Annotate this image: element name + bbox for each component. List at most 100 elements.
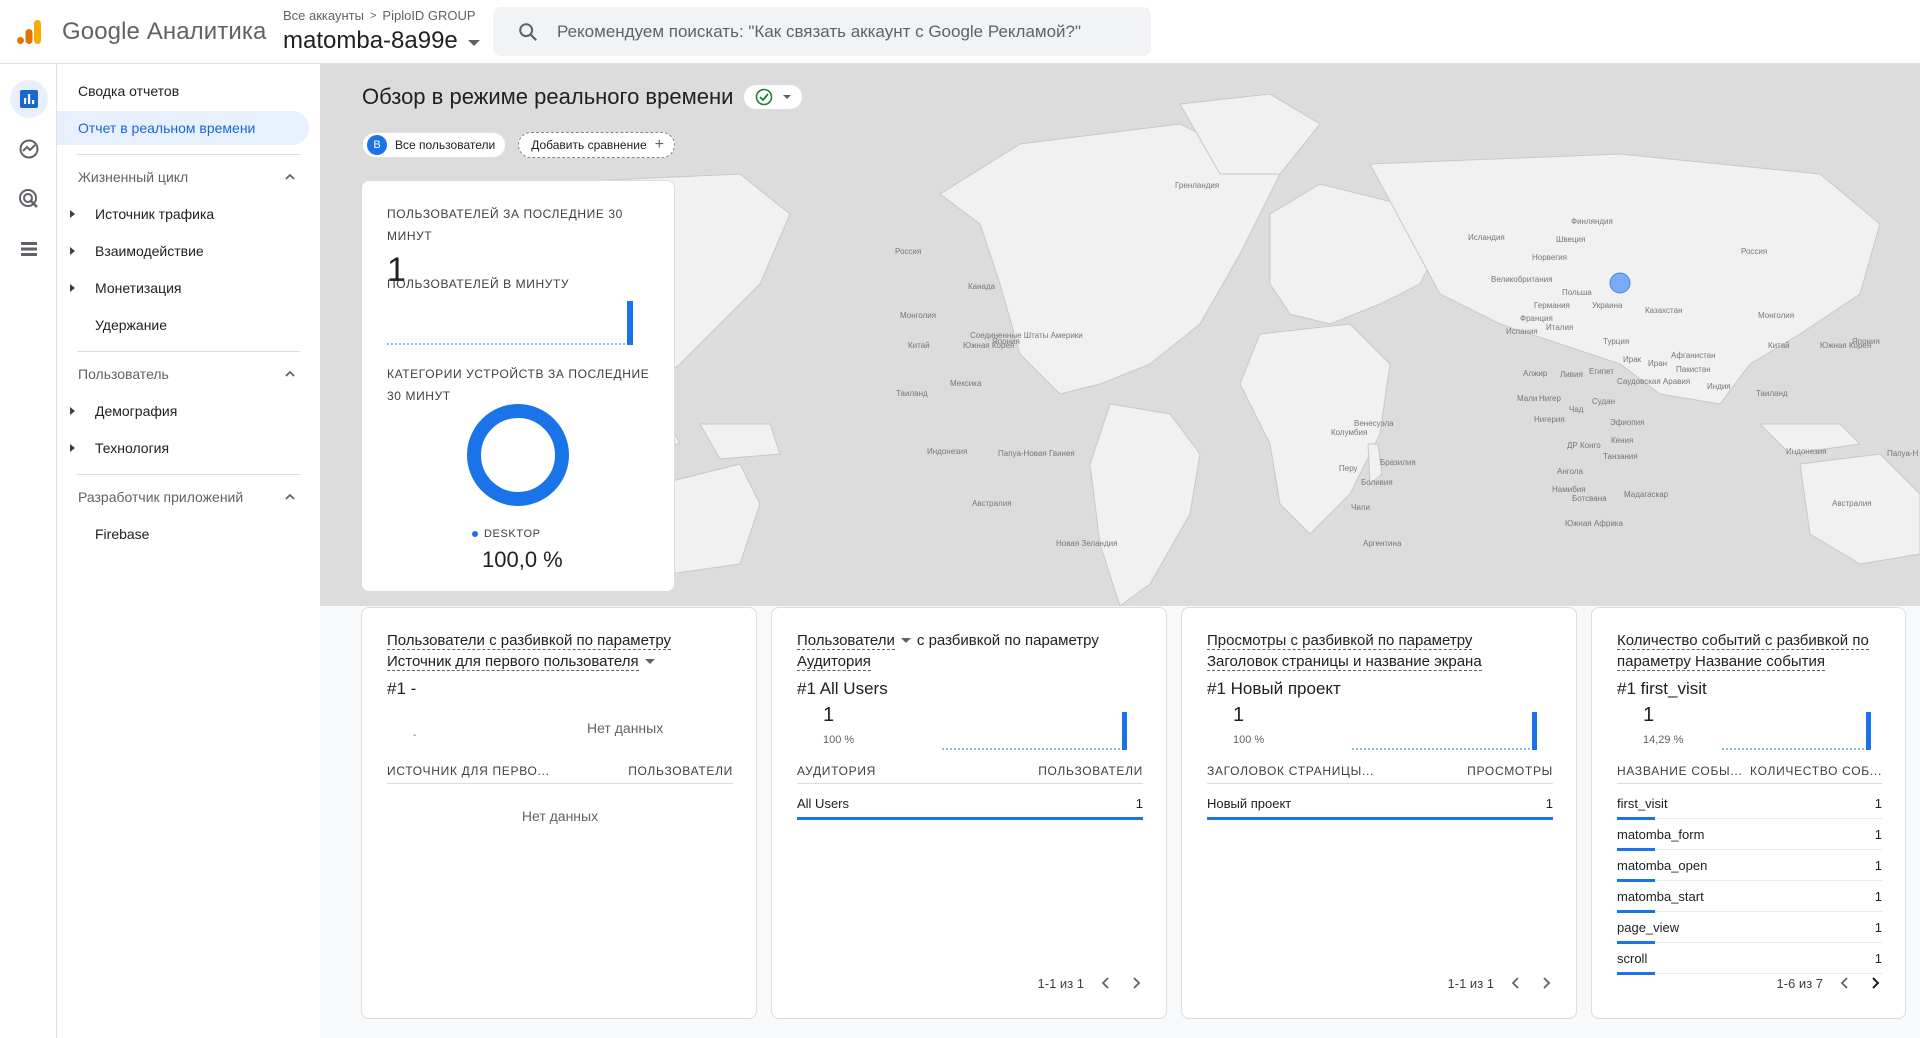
sparkline-chart[interactable] [1722, 708, 1872, 750]
sidebar-item-demographics[interactable]: Демография [57, 394, 309, 428]
event-count-card: Количество событий с разбивкой по параме… [1591, 607, 1906, 1019]
row-label: All Users [797, 795, 850, 811]
prev-page-icon[interactable] [1098, 975, 1114, 991]
sidebar-item-tech[interactable]: Технология [57, 431, 309, 465]
sparkline-chart[interactable] [942, 708, 1128, 750]
card-title-metric[interactable]: Пользователи [797, 632, 895, 650]
configure-icon[interactable] [10, 230, 48, 268]
map-label: Папуа-Н [1887, 449, 1919, 458]
column-header[interactable]: КОЛИЧЕСТВО СОБ... [1750, 764, 1882, 783]
segment-label: Все пользователи [395, 138, 496, 152]
map-label: Италия [1546, 323, 1573, 332]
divider [77, 474, 300, 475]
column-header[interactable]: ИСТОЧНИК ДЛЯ ПЕРВО... [387, 764, 550, 783]
prev-page-icon[interactable] [1837, 975, 1853, 991]
table-row[interactable]: All Users 1 [797, 788, 1143, 820]
sidebar-section-app-dev[interactable]: Разработчик приложений [57, 480, 309, 514]
table-row[interactable]: first_visit 1 [1617, 788, 1882, 820]
top-item-value: 1 [1643, 704, 1655, 726]
map-label: Австралия [1832, 499, 1872, 508]
table-row[interactable]: page_view 1 [1617, 912, 1882, 944]
map-label: Гренландия [1175, 181, 1219, 190]
row-label: scroll [1617, 950, 1648, 966]
table-row[interactable]: Новый проект 1 [1207, 788, 1553, 820]
row-bar [1207, 817, 1553, 820]
row-value: 1 [1545, 795, 1553, 811]
table-header: ЗАГОЛОВОК СТРАНИЦЫ... ПРОСМОТРЫ [1207, 764, 1553, 784]
next-page-icon[interactable] [1867, 975, 1883, 991]
map-label: Нигер [1539, 394, 1561, 403]
sidebar-item-label: Источник трафика [95, 206, 215, 222]
sidebar-item-monetization[interactable]: Монетизация [57, 271, 309, 305]
map-label: Китай [908, 341, 930, 350]
sidebar-item-realtime[interactable]: Отчет в реальном времени [57, 111, 309, 145]
next-page-icon[interactable] [1128, 975, 1144, 991]
property-name[interactable]: matomba-8a99e [283, 27, 480, 55]
sparkline-chart[interactable] [1352, 708, 1538, 750]
column-header[interactable]: ПОЛЬЗОВАТЕЛИ [1038, 764, 1143, 783]
map-label: Венесуэла [1354, 419, 1394, 428]
top-item-dash: - [413, 730, 417, 741]
card-title-metric: Количество событий с разбивкой по [1617, 632, 1869, 650]
advertising-icon[interactable] [10, 180, 48, 218]
next-page-icon[interactable] [1538, 975, 1554, 991]
per-minute-chart[interactable] [387, 299, 635, 345]
sidebar-item-label: Технология [95, 440, 170, 456]
table-row[interactable]: matomba_open 1 [1617, 850, 1882, 882]
map-label: Индонезия [1786, 447, 1826, 456]
sidebar-item-label: Монетизация [95, 280, 182, 296]
card-title-dimension[interactable]: Источник для первого пользователя [387, 653, 639, 671]
prev-page-icon[interactable] [1508, 975, 1524, 991]
no-data-label: Нет данных [587, 720, 664, 736]
column-header[interactable]: НАЗВАНИЕ СОБЫ... [1617, 764, 1742, 783]
caret-down-icon[interactable] [644, 658, 655, 664]
row-bar [797, 817, 1143, 820]
breadcrumb-root: Все аккаунты [283, 8, 364, 23]
table-row[interactable]: matomba_start 1 [1617, 881, 1882, 913]
table-header: ИСТОЧНИК ДЛЯ ПЕРВО... ПОЛЬЗОВАТЕЛИ [387, 764, 733, 784]
sidebar-item-firebase[interactable]: Firebase [57, 517, 309, 551]
row-label: page_view [1617, 919, 1680, 935]
account-selector[interactable]: Все аккаунты > PiploID GROUP matomba-8a9… [283, 8, 480, 55]
explore-icon[interactable] [10, 130, 48, 168]
sidebar-item-engagement[interactable]: Взаимодействие [57, 234, 309, 268]
reports-icon[interactable] [10, 80, 48, 118]
map-label: Иран [1648, 359, 1667, 368]
sidebar-item-label: Взаимодействие [95, 243, 204, 259]
map-label: Судан [1592, 397, 1615, 406]
top-item: #1 All Users [797, 679, 888, 698]
map-label: Соединенные Штаты Америки [970, 331, 1083, 340]
sidebar-item-traffic[interactable]: Источник трафика [57, 197, 309, 231]
column-header[interactable]: АУДИТОРИЯ [797, 764, 876, 783]
search-bar[interactable]: Рекомендуем поискать: "Как связать аккау… [493, 7, 1151, 56]
row-bar [1617, 972, 1655, 975]
device-donut-chart[interactable] [466, 403, 570, 507]
top-item-value: 1 [823, 704, 835, 726]
sidebar-item-summary[interactable]: Сводка отчетов [57, 74, 309, 108]
map-label: Ангола [1557, 467, 1583, 476]
table-row[interactable]: scroll 1 [1617, 943, 1882, 975]
analytics-logo-icon[interactable] [16, 18, 44, 46]
column-header[interactable]: ЗАГОЛОВОК СТРАНИЦЫ... [1207, 764, 1374, 783]
data-status-chip[interactable] [743, 84, 804, 110]
map-label: Южная Корея [963, 341, 1014, 350]
segment-chip[interactable]: B Все пользователи [362, 132, 507, 158]
add-comparison-button[interactable]: Добавить сравнение + [518, 132, 675, 158]
map-label: Чили [1351, 503, 1370, 512]
map-label: Ботсвана [1572, 494, 1607, 503]
top-item: #1 Новый проект [1207, 679, 1341, 698]
table-row[interactable]: matomba_form 1 [1617, 819, 1882, 851]
column-header[interactable]: ПРОСМОТРЫ [1467, 764, 1553, 783]
caret-down-icon[interactable] [900, 637, 911, 643]
page-title: Обзор в режиме реального времени [362, 84, 734, 109]
legend-dot-icon [472, 531, 478, 537]
chevron-up-icon [285, 173, 295, 180]
no-data-label: Нет данных [521, 808, 599, 824]
sidebar-section-user[interactable]: Пользователь [57, 357, 309, 391]
map-label: Афганистан [1671, 351, 1716, 360]
caret-down-icon [467, 40, 480, 46]
sidebar-section-lifecycle[interactable]: Жизненный цикл [57, 160, 309, 194]
sidebar-item-retention[interactable]: Удержание [57, 308, 309, 342]
row-value: 1 [1135, 795, 1143, 811]
column-header[interactable]: ПОЛЬЗОВАТЕЛИ [628, 764, 733, 783]
